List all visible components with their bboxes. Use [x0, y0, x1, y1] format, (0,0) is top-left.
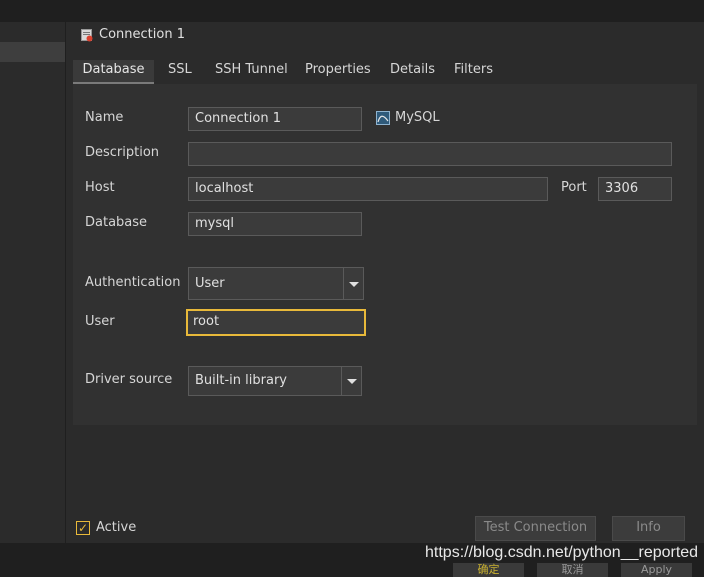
tab-properties[interactable]: Properties: [305, 60, 371, 84]
cancel-button[interactable]: 取消: [537, 563, 608, 577]
user-label: User: [85, 314, 115, 329]
port-label: Port: [561, 180, 587, 195]
connection-icon: [81, 29, 93, 42]
test-connection-button[interactable]: Test Connection: [475, 516, 596, 541]
user-field[interactable]: root: [186, 309, 366, 336]
description-label: Description: [85, 145, 160, 160]
name-label: Name: [85, 110, 124, 125]
authentication-select[interactable]: User: [188, 267, 364, 300]
active-label: Active: [96, 520, 137, 535]
port-field[interactable]: 3306: [598, 177, 672, 201]
driver-source-select[interactable]: Built-in library: [188, 366, 362, 396]
active-checkbox[interactable]: ✓: [76, 521, 90, 535]
driver-name: MySQL: [395, 110, 440, 125]
driver-source-value: Built-in library: [195, 373, 287, 388]
description-field[interactable]: [188, 142, 672, 166]
driver-source-label: Driver source: [85, 372, 173, 387]
connection-list-panel: [0, 22, 65, 543]
apply-button[interactable]: Apply: [621, 563, 692, 577]
tab-ssl[interactable]: SSL: [168, 60, 192, 84]
chevron-down-icon[interactable]: [343, 268, 363, 299]
chevron-down-icon[interactable]: [341, 367, 361, 395]
database-label: Database: [85, 215, 148, 230]
tab-filters[interactable]: Filters: [454, 60, 493, 84]
tab-ssh-tunnel[interactable]: SSH Tunnel: [215, 60, 288, 84]
connection-list-item[interactable]: [0, 42, 65, 62]
authentication-label: Authentication: [85, 275, 181, 290]
info-button[interactable]: Info: [612, 516, 685, 541]
watermark-text: https://blog.csdn.net/python__reported: [425, 544, 699, 561]
host-field[interactable]: localhost: [188, 177, 548, 201]
ok-button[interactable]: 确定: [453, 563, 524, 577]
database-field[interactable]: mysql: [188, 212, 362, 236]
mysql-icon: [376, 111, 390, 125]
name-field[interactable]: Connection 1: [188, 107, 362, 131]
host-label: Host: [85, 180, 115, 195]
tab-database[interactable]: Database: [73, 60, 154, 84]
tab-details[interactable]: Details: [390, 60, 435, 84]
authentication-value: User: [195, 276, 225, 291]
dialog-title: Connection 1: [99, 27, 185, 42]
